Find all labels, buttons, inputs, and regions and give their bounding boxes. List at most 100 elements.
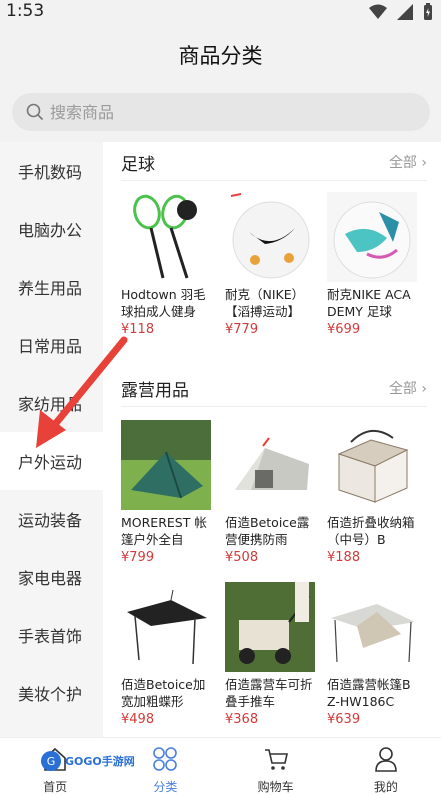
sidebar-item-label: 电脑办公 (18, 221, 83, 240)
product-name: MOREREST 帐篷户外全自 (121, 515, 207, 547)
battery-icon (424, 3, 432, 20)
chevron-right-icon: › (421, 381, 427, 397)
tent-canopy-icon (331, 604, 415, 663)
section-header: 足球 全部 › (103, 142, 441, 182)
product-name: 佰造Betoice露营便携防雨 (225, 515, 310, 547)
product-card[interactable]: 佰造Betoice加宽加粗蝶形 ¥498 (121, 582, 213, 727)
svg-text:G: G (47, 755, 56, 768)
product-image (225, 420, 315, 510)
section-title: 足球 (121, 155, 155, 175)
product-image (327, 420, 417, 510)
wifi-icon (369, 4, 387, 19)
see-all-label: 全部 (388, 381, 417, 397)
search-area (0, 82, 441, 142)
sidebar-item-label: 美妆个护 (18, 685, 83, 704)
product-image (225, 192, 315, 282)
product-price: ¥779 (225, 322, 259, 337)
watermark-text: GOGO手游网 (65, 755, 135, 768)
product-image (121, 582, 211, 672)
divider (121, 406, 427, 407)
product-name: 佰造折叠收纳箱（中号）B (327, 515, 415, 547)
sidebar-item-sports-gear[interactable]: 运动装备 (0, 490, 103, 548)
tab-label: 购物车 (257, 780, 294, 794)
status-icons (369, 3, 433, 21)
sidebar-item-label: 日常用品 (18, 337, 83, 356)
product-card[interactable]: 佰造Betoice露营便携防雨 ¥508 (225, 420, 317, 565)
badminton-racket-icon (133, 194, 197, 279)
product-card[interactable]: 佰造折叠收纳箱（中号）B ¥188 (327, 420, 419, 565)
signal-icon (397, 4, 413, 20)
sidebar-item-label: 户外运动 (18, 453, 83, 472)
sidebar-item-appliances[interactable]: 家电电器 (0, 548, 103, 606)
canopy-icon (127, 589, 207, 665)
sidebar-item-outdoor[interactable]: 户外运动 (0, 432, 103, 490)
see-all-link[interactable]: 全部 › (389, 152, 427, 172)
section-title: 露营用品 (121, 381, 189, 401)
product-name: 佰造露营车可折叠手推车 (225, 677, 313, 709)
product-price: ¥188 (327, 550, 361, 565)
sidebar-item-beauty[interactable]: 美妆个护 (0, 664, 103, 722)
sidebar-item-phones[interactable]: 手机数码 (0, 142, 103, 200)
sidebar-item-textiles[interactable]: 家纺用品 (0, 374, 103, 432)
product-name: 佰造露营帐篷BZ-HW186C (327, 677, 411, 709)
product-image (327, 192, 417, 282)
product-name: 耐克（NIKE）【滔搏运动】 (225, 287, 305, 319)
tab-profile[interactable]: 我的 (331, 738, 441, 795)
product-name: 佰造Betoice加宽加粗蝶形 (121, 677, 206, 709)
product-card[interactable]: 耐克NIKE ACADEMY 足球 ¥699 (327, 192, 419, 337)
status-bar: 1:53 (0, 0, 441, 24)
football-icon (230, 193, 310, 279)
watermark: G GOGO手游网 (40, 750, 135, 772)
product-card[interactable]: 耐克（NIKE）【滔搏运动】 ¥779 (225, 192, 317, 337)
product-price: ¥508 (225, 550, 259, 565)
divider (121, 180, 427, 181)
product-card[interactable]: Hodtown 羽毛球拍成人健身 ¥118 (121, 192, 213, 337)
product-card[interactable]: MOREREST 帐篷户外全自 ¥799 (121, 420, 213, 565)
search-bar[interactable] (12, 93, 430, 131)
sidebar-item-label: 运动装备 (18, 511, 83, 530)
product-card[interactable]: 佰造露营车可折叠手推车 ¥368 (225, 582, 317, 727)
search-icon (26, 103, 44, 121)
sidebar-item-health[interactable]: 养生用品 (0, 258, 103, 316)
tab-label: 分类 (153, 780, 178, 794)
sidebar-item-daily[interactable]: 日常用品 (0, 316, 103, 374)
product-image (225, 582, 315, 672)
user-icon (375, 747, 397, 772)
product-price: ¥699 (327, 322, 361, 337)
product-content: 足球 全部 › Hodtown 羽毛球拍成人健身 ¥118 耐克（NIKE）【滔… (103, 142, 441, 737)
sidebar-item-label: 养生用品 (18, 279, 83, 298)
product-grid: Hodtown 羽毛球拍成人健身 ¥118 耐克（NIKE）【滔搏运动】 ¥77… (103, 182, 441, 342)
tab-label: 首页 (43, 780, 68, 794)
see-all-label: 全部 (388, 155, 417, 171)
chevron-right-icon: › (421, 155, 427, 171)
storage-box-icon (337, 430, 409, 503)
product-price: ¥799 (121, 550, 155, 565)
sidebar-item-label: 家纺用品 (18, 395, 83, 414)
product-price: ¥368 (225, 712, 259, 727)
tab-cart[interactable]: 购物车 (221, 738, 331, 795)
page-header: 商品分类 (0, 24, 441, 82)
product-grid: MOREREST 帐篷户外全自 ¥799 佰造Betoice露营便携防雨 ¥50… (103, 408, 441, 737)
watermark-logo-icon: G (41, 751, 61, 771)
football-icon (333, 201, 411, 279)
see-all-link[interactable]: 全部 › (389, 378, 427, 398)
sidebar-item-watches[interactable]: 手表首饰 (0, 606, 103, 664)
sidebar-item-label: 家电电器 (18, 569, 83, 588)
tent-icon (235, 437, 309, 490)
sidebar-item-computers[interactable]: 电脑办公 (0, 200, 103, 258)
camp-cart-icon (225, 582, 315, 672)
cart-icon (264, 749, 288, 770)
product-price: ¥498 (121, 712, 155, 727)
sidebar-item-label: 手机数码 (18, 163, 83, 182)
product-card[interactable]: 佰造露营帐篷BZ-HW186C ¥639 (327, 582, 419, 727)
status-time: 1:53 (6, 1, 45, 21)
tab-label: 我的 (373, 780, 398, 794)
product-price: ¥118 (121, 322, 155, 337)
product-name: Hodtown 羽毛球拍成人健身 (121, 287, 206, 319)
product-image (327, 582, 417, 672)
search-input[interactable] (50, 102, 390, 122)
category-sidebar: 手机数码 电脑办公 养生用品 日常用品 家纺用品 户外运动 运动装备 家电电器 … (0, 142, 103, 737)
product-image (121, 192, 211, 282)
tent-icon (121, 420, 211, 510)
product-price: ¥639 (327, 712, 361, 727)
